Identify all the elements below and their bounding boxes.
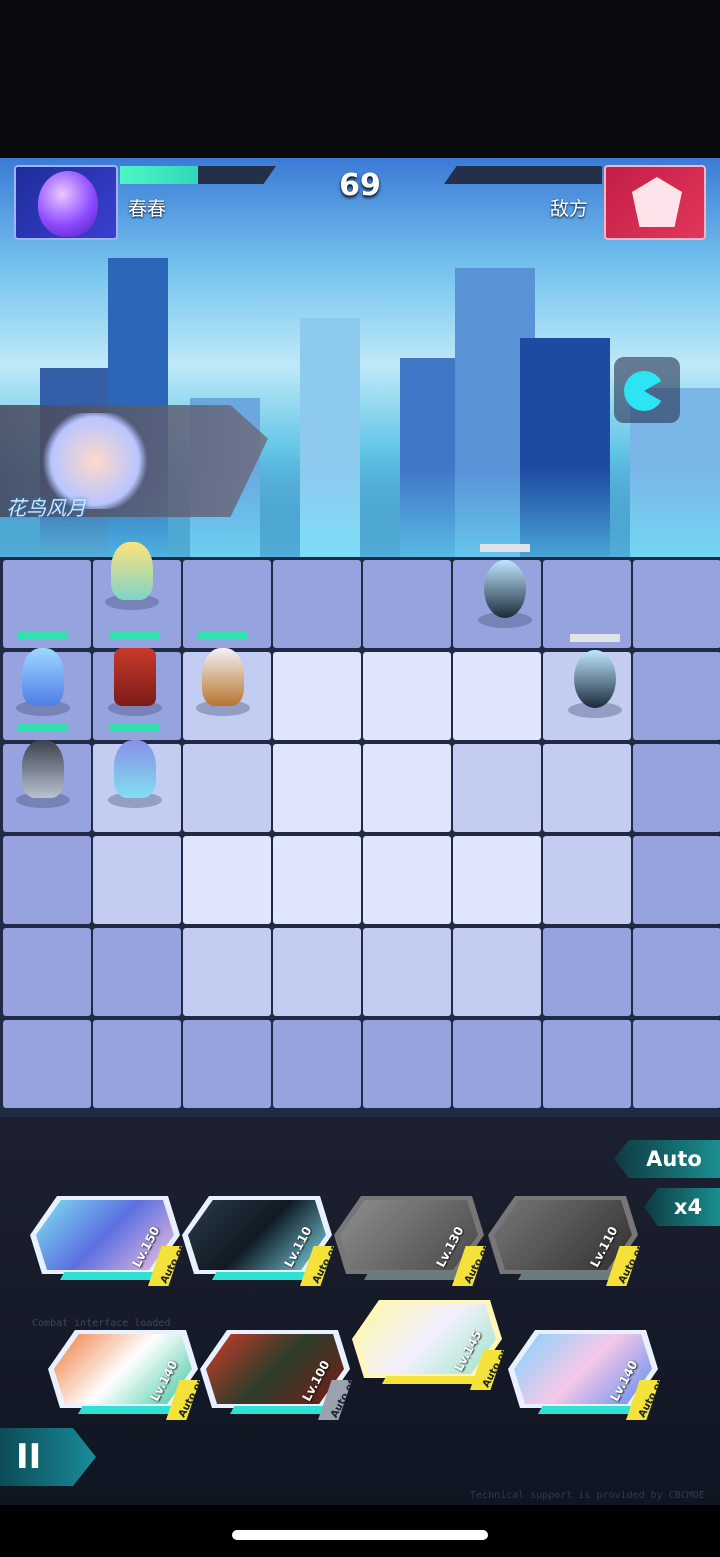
- hero-card-3[interactable]: Lv.130 Auto on: [334, 1196, 486, 1288]
- board-cell[interactable]: [363, 928, 451, 1016]
- hero-card-2[interactable]: Lv.110 Auto on: [182, 1196, 334, 1288]
- enemy-unit-drone-2[interactable]: [560, 634, 630, 718]
- board-cell[interactable]: [93, 836, 181, 924]
- hero-card-8[interactable]: Lv.140 Auto on: [508, 1330, 660, 1422]
- board-cell[interactable]: [543, 744, 631, 832]
- board-cell[interactable]: [273, 560, 361, 648]
- status-bar-area: [0, 0, 720, 158]
- auto-button[interactable]: Auto: [614, 1140, 720, 1178]
- pacman-icon: [624, 371, 664, 411]
- slime-orb-icon: [38, 171, 98, 237]
- home-indicator[interactable]: [232, 1530, 488, 1540]
- enemy-name: 敌方: [550, 198, 589, 220]
- board-cell[interactable]: [183, 1020, 271, 1108]
- player-avatar: [14, 165, 118, 240]
- hero-card-7[interactable]: Lv.145 Auto on: [352, 1300, 504, 1392]
- hero-card-1[interactable]: Lv.150 Auto on: [30, 1196, 182, 1288]
- enemy-emblem-icon: [632, 177, 682, 227]
- enemy-avatar: [604, 165, 706, 240]
- board-cell[interactable]: [543, 1020, 631, 1108]
- ally-unit-android[interactable]: [8, 724, 78, 808]
- board-cell[interactable]: [363, 744, 451, 832]
- board-cell[interactable]: [93, 1020, 181, 1108]
- ally-unit-robot[interactable]: [100, 632, 170, 716]
- board-cell[interactable]: [453, 928, 541, 1016]
- board-cell[interactable]: [633, 836, 720, 924]
- board-cell[interactable]: [363, 560, 451, 648]
- tech-support-text: Technical support is provided by CBCMOE: [470, 1490, 705, 1501]
- pacman-button[interactable]: [614, 357, 680, 423]
- skill-name: 花鸟风月: [6, 496, 86, 520]
- board-cell[interactable]: [273, 652, 361, 740]
- board-cell[interactable]: [273, 928, 361, 1016]
- player-hp-bar: [120, 166, 276, 184]
- ally-unit-blue-girl[interactable]: [8, 632, 78, 716]
- board-cell[interactable]: [453, 744, 541, 832]
- board-cell[interactable]: [273, 1020, 361, 1108]
- ally-unit-glasses[interactable]: [188, 632, 258, 716]
- board-cell[interactable]: [273, 836, 361, 924]
- ally-unit-elf[interactable]: [97, 530, 167, 610]
- speed-button[interactable]: x4: [644, 1188, 720, 1226]
- ally-unit-catgirl[interactable]: [100, 724, 170, 808]
- battle-timer: 69: [339, 168, 381, 203]
- board-cell[interactable]: [543, 928, 631, 1016]
- board-cell[interactable]: [363, 836, 451, 924]
- board-cell[interactable]: [3, 1020, 91, 1108]
- board-cell[interactable]: [633, 652, 720, 740]
- board-cell[interactable]: [633, 560, 720, 648]
- board-cell[interactable]: [3, 928, 91, 1016]
- board-cell[interactable]: [633, 1020, 720, 1108]
- hero-card-4[interactable]: Lv.110 Auto on: [488, 1196, 640, 1288]
- console-text: Combat interface loaded: [32, 1318, 171, 1329]
- board-cell[interactable]: [363, 652, 451, 740]
- board-cell[interactable]: [3, 836, 91, 924]
- board-cell[interactable]: [93, 928, 181, 1016]
- hero-card-5[interactable]: Lv.140 Auto on: [48, 1330, 200, 1422]
- board-cell[interactable]: [633, 744, 720, 832]
- board-cell[interactable]: [183, 928, 271, 1016]
- hero-card-6[interactable]: Lv.100 Auto off: [200, 1330, 352, 1422]
- player-name: 春春: [128, 198, 167, 220]
- board-cell[interactable]: [183, 744, 271, 832]
- board-cell[interactable]: [453, 652, 541, 740]
- enemy-hp-bar: [444, 166, 602, 184]
- enemy-unit-drone-1[interactable]: [470, 544, 540, 628]
- board-cell[interactable]: [543, 836, 631, 924]
- board-cell[interactable]: [273, 744, 361, 832]
- board-cell[interactable]: [363, 1020, 451, 1108]
- board-cell[interactable]: [183, 836, 271, 924]
- board-cell[interactable]: [453, 836, 541, 924]
- board-cell[interactable]: [633, 928, 720, 1016]
- board-cell[interactable]: [453, 1020, 541, 1108]
